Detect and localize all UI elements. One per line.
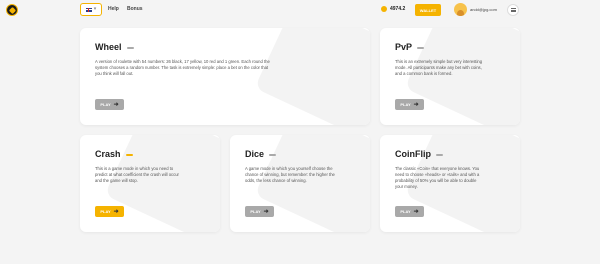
- balance-value: 4974.2: [390, 6, 406, 12]
- logo-icon[interactable]: [6, 4, 18, 16]
- play-button-dice[interactable]: PLAY ➜: [245, 206, 274, 217]
- title-dash: [417, 46, 425, 49]
- menu-icon: [510, 8, 516, 12]
- play-button-wheel[interactable]: PLAY ➜: [95, 99, 124, 110]
- card-title-text: Dice: [245, 149, 265, 159]
- arrow-right-icon: ➜: [113, 101, 119, 108]
- card-title-text: PvP: [395, 42, 413, 52]
- user-email: andd@jpg.com: [470, 7, 497, 12]
- play-button-crash[interactable]: PLAY ➜: [95, 206, 124, 217]
- balance-display: 4974.2: [381, 6, 405, 12]
- coin-icon: [381, 6, 387, 12]
- play-label: PLAY: [400, 102, 411, 107]
- play-button-pvp[interactable]: PLAY ➜: [395, 99, 424, 110]
- game-card-pvp: PvP This is an extremely simple but very…: [380, 28, 520, 125]
- card-title-wheel: Wheel: [95, 42, 134, 52]
- logo-mark: [8, 6, 16, 14]
- card-title-text: Wheel: [95, 42, 122, 52]
- nav-bonus-link[interactable]: Bonus: [127, 6, 143, 12]
- chevron-down-icon: ▾: [93, 6, 97, 12]
- game-card-coinflip: CoinFlip The classic «Coin» that everyon…: [380, 135, 520, 232]
- arrow-right-icon: ➜: [413, 101, 419, 108]
- card-title-text: Crash: [95, 149, 121, 159]
- menu-button[interactable]: [507, 4, 519, 16]
- card-title-crash: Crash: [95, 149, 133, 159]
- card-title-text: CoinFlip: [395, 149, 431, 159]
- play-button-coinflip[interactable]: PLAY ➜: [395, 206, 424, 217]
- arrow-right-icon: ➜: [413, 208, 419, 215]
- title-dash: [126, 46, 134, 49]
- play-label: PLAY: [400, 209, 411, 214]
- game-card-wheel: Wheel A version of roulette with 54 numb…: [80, 28, 370, 125]
- card-description-wheel: A version of roulette with 54 numbers: 2…: [95, 59, 270, 76]
- card-title-pvp: PvP: [395, 42, 425, 52]
- language-select[interactable]: ▾: [80, 3, 102, 16]
- title-dash: [269, 153, 277, 156]
- play-label: PLAY: [100, 102, 111, 107]
- nav-help-link[interactable]: Help: [108, 6, 119, 12]
- card-title-coinflip: CoinFlip: [395, 149, 443, 159]
- uk-flag-icon: [85, 7, 92, 12]
- avatar[interactable]: [454, 3, 467, 16]
- card-description-crash: This is a game mode in which you need to…: [95, 166, 179, 183]
- card-description-coinflip: The classic «Coin» that everyone knows. …: [395, 166, 480, 189]
- arrow-right-icon: ➜: [263, 208, 269, 215]
- play-label: PLAY: [100, 209, 111, 214]
- title-dash: [125, 153, 133, 156]
- title-dash: [436, 153, 443, 156]
- top-bar: ▾ Help Bonus 4974.2 WALLET andd@jpg.com: [0, 0, 600, 20]
- wallet-button[interactable]: WALLET: [415, 4, 441, 16]
- game-card-crash: Crash This is a game mode in which you n…: [80, 135, 220, 232]
- card-description-pvp: This is an extremely simple but very int…: [395, 59, 483, 76]
- game-card-dice: Dice A game mode in which you yourself c…: [230, 135, 370, 232]
- card-description-dice: A game mode in which you yourself choose…: [245, 166, 335, 183]
- play-label: PLAY: [250, 209, 261, 214]
- card-title-dice: Dice: [245, 149, 277, 159]
- arrow-right-icon: ➜: [113, 208, 119, 215]
